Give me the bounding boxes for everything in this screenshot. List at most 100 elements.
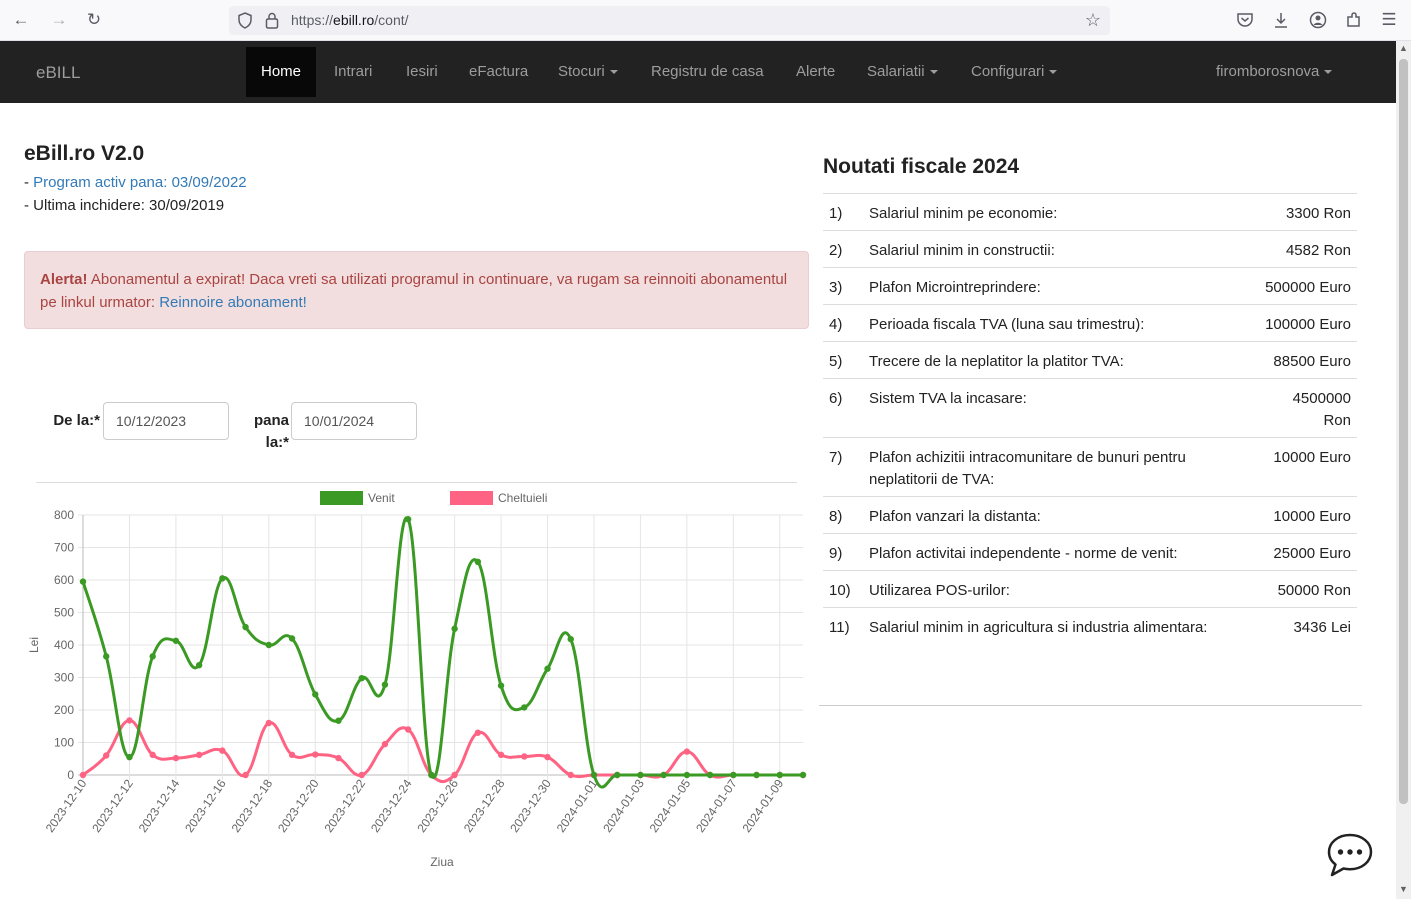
data-point-venit[interactable] (335, 717, 342, 724)
hamburger-menu-icon[interactable]: ☰ (1378, 9, 1400, 31)
active-program-link[interactable]: Program activ pana: 03/09/2022 (33, 174, 246, 191)
data-point-cheltuieli[interactable] (451, 771, 458, 779)
data-point-venit[interactable] (637, 771, 644, 779)
data-point-cheltuieli[interactable] (195, 751, 203, 759)
form-divider (36, 482, 797, 483)
from-date-input[interactable] (103, 402, 229, 440)
data-point-cheltuieli[interactable] (381, 740, 389, 748)
nav-registru-de-casa[interactable]: Registru de casa (636, 47, 779, 97)
nav-alerte[interactable]: Alerte (781, 47, 850, 97)
data-point-cheltuieli[interactable] (683, 748, 691, 755)
data-point-cheltuieli[interactable] (335, 754, 342, 762)
data-point-cheltuieli[interactable] (219, 747, 226, 754)
data-point-venit[interactable] (590, 771, 598, 779)
back-arrow-icon[interactable]: ← (10, 9, 32, 31)
download-icon[interactable] (1272, 11, 1290, 29)
user-menu[interactable]: firomborosnova (1201, 47, 1347, 97)
data-point-venit[interactable] (544, 665, 551, 672)
legend-swatch[interactable] (320, 491, 363, 505)
pocket-icon[interactable] (1236, 11, 1254, 29)
data-point-venit[interactable] (358, 674, 365, 682)
data-point-venit[interactable] (219, 575, 226, 582)
data-point-cheltuieli[interactable] (265, 719, 273, 727)
bookmark-star-icon[interactable]: ☆ (1082, 9, 1104, 31)
data-point-cheltuieli[interactable] (497, 751, 505, 759)
income-expense-chart: 0100200300400500600700800 2023-12-10 2023… (27, 491, 807, 869)
chart-legend: Venit Cheltuieli (320, 491, 547, 505)
x-tick-label: 2023-12-28 (461, 776, 508, 835)
scroll-thumb[interactable] (1399, 59, 1408, 804)
data-point-cheltuieli[interactable] (79, 771, 87, 779)
data-point-venit[interactable] (381, 681, 389, 688)
chart-y-axis-label: Lei (27, 637, 41, 653)
data-point-cheltuieli[interactable] (544, 753, 551, 761)
data-point-venit[interactable] (753, 771, 760, 779)
data-point-cheltuieli[interactable] (312, 751, 319, 758)
legend-label[interactable]: Venit (368, 491, 395, 505)
data-point-venit[interactable] (242, 623, 249, 631)
browser-toolbar: ← → ↻ https://ebill.ro/cont/ ☆ ☰ (0, 0, 1411, 41)
data-point-cheltuieli[interactable] (172, 754, 180, 762)
data-point-venit[interactable] (79, 578, 87, 585)
data-point-venit[interactable] (103, 653, 110, 660)
data-point-venit[interactable] (521, 704, 528, 711)
legend-label[interactable]: Cheltuieli (498, 491, 547, 505)
legend-swatch[interactable] (450, 491, 493, 505)
data-point-cheltuieli[interactable] (567, 771, 574, 779)
scroll-up-arrow-icon[interactable]: ▲ (1398, 43, 1409, 53)
data-point-cheltuieli[interactable] (358, 771, 365, 779)
address-bar[interactable]: https://ebill.ro/cont/ ☆ (229, 6, 1110, 35)
nav-efactura[interactable]: eFactura (454, 47, 543, 97)
data-point-cheltuieli[interactable] (288, 751, 296, 759)
data-point-venit[interactable] (172, 637, 180, 644)
fiscal-news-table: 1) Salariul minim pe economie: 3300 Ron 2) S… (823, 193, 1357, 644)
reload-icon[interactable]: ↻ (83, 9, 105, 31)
to-date-input[interactable] (291, 402, 417, 440)
data-point-venit[interactable] (312, 691, 319, 698)
renew-subscription-link[interactable]: Reinnoire abonament! (159, 294, 307, 311)
forward-arrow-icon[interactable]: → (48, 9, 70, 31)
brand-logo[interactable]: eBILL (36, 63, 80, 83)
news-row-value: 4582 Ron (1259, 230, 1357, 268)
data-point-cheltuieli[interactable] (474, 729, 482, 736)
data-point-venit[interactable] (288, 635, 296, 642)
data-point-venit[interactable] (567, 635, 574, 643)
data-point-venit[interactable] (451, 625, 458, 632)
data-point-cheltuieli[interactable] (126, 717, 133, 724)
alert-text: Abonamentul a expirat! Daca vreti sa uti… (40, 271, 788, 311)
extensions-icon[interactable] (1345, 11, 1363, 29)
data-point-venit[interactable] (149, 653, 156, 660)
news-row-value: 100000 Euro (1259, 304, 1357, 342)
data-point-venit[interactable] (497, 682, 505, 689)
data-point-venit[interactable] (683, 771, 691, 779)
nav-iesiri[interactable]: Iesiri (391, 47, 453, 97)
nav-stocuri[interactable]: Stocuri (543, 47, 633, 97)
data-point-venit[interactable] (474, 558, 482, 565)
nav-intrari[interactable]: Intrari (319, 47, 387, 97)
chat-bubble-icon[interactable] (1326, 832, 1374, 878)
data-point-venit[interactable] (730, 771, 737, 779)
scroll-down-arrow-icon[interactable]: ▼ (1398, 884, 1409, 894)
data-point-venit[interactable] (195, 661, 203, 669)
data-point-venit[interactable] (660, 771, 667, 779)
data-point-venit[interactable] (265, 641, 273, 649)
data-point-cheltuieli[interactable] (404, 726, 412, 733)
nav-home[interactable]: Home (246, 47, 317, 97)
x-tick-label: 2023-12-14 (136, 776, 183, 835)
data-point-venit[interactable] (613, 771, 621, 779)
data-point-venit[interactable] (706, 771, 714, 779)
data-point-venit[interactable] (428, 771, 435, 779)
page-scrollbar[interactable]: ▲ ▼ (1396, 41, 1411, 899)
nav-salariatii[interactable]: Salariatii (852, 47, 953, 97)
data-point-cheltuieli[interactable] (521, 753, 528, 760)
data-point-venit[interactable] (404, 516, 412, 523)
data-point-cheltuieli[interactable] (149, 751, 156, 759)
data-point-cheltuieli[interactable] (242, 771, 249, 779)
data-point-cheltuieli[interactable] (103, 752, 110, 759)
account-icon[interactable] (1309, 11, 1327, 29)
data-point-venit[interactable] (799, 771, 807, 779)
nav-configurari[interactable]: Configurari (956, 47, 1072, 97)
data-point-venit[interactable] (126, 753, 133, 761)
lock-icon[interactable] (265, 12, 279, 29)
data-point-venit[interactable] (776, 771, 783, 779)
